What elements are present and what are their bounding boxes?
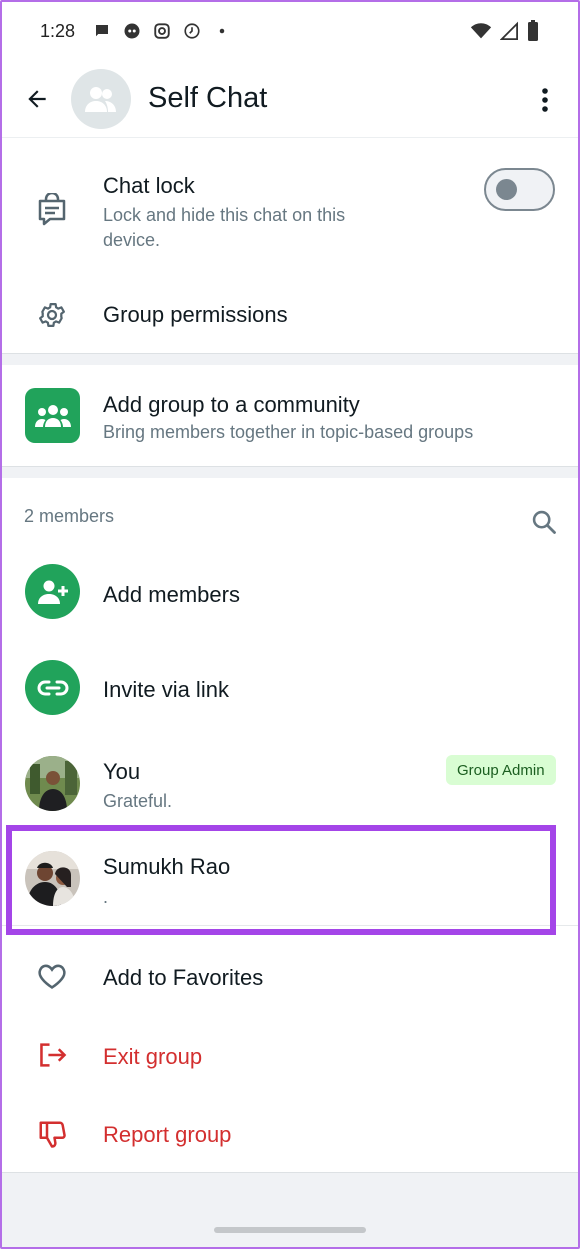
member-status: Grateful. [103, 791, 173, 811]
community-icon-tile [25, 388, 80, 443]
add-members-label: Add members [103, 582, 240, 607]
history-icon [184, 23, 200, 39]
app-header: Self Chat [0, 62, 580, 138]
signal-icon [500, 21, 518, 40]
members-header: 2 members [0, 478, 580, 554]
section-divider [0, 466, 580, 478]
community-subtitle: Bring members together in topic-based gr… [103, 422, 474, 442]
invite-via-link-row[interactable]: Invite via link [0, 643, 580, 733]
arrow-left-icon [28, 90, 46, 108]
chat-bubble-icon [96, 25, 109, 37]
exit-group-label: Exit group [103, 1044, 203, 1069]
report-group-label: Report group [103, 1122, 232, 1147]
add-members-row[interactable]: Add members [0, 548, 580, 638]
group-permissions-title: Group permissions [103, 302, 288, 327]
exit-group-row[interactable]: Exit group [0, 1017, 580, 1095]
members-count: 2 members [24, 506, 115, 526]
add-person-icon [37, 580, 68, 604]
link-icon [37, 680, 68, 695]
notification-icons [93, 22, 231, 40]
chat-lock-title: Chat lock [103, 173, 195, 198]
bottom-area [0, 1172, 580, 1249]
report-group-row[interactable]: Report group [0, 1095, 580, 1173]
dot-icon [219, 28, 225, 34]
wifi-icon [470, 23, 492, 39]
community-title: Add group to a community [103, 392, 360, 417]
chat-lock-icon [38, 193, 66, 226]
more-options-button[interactable] [530, 84, 560, 116]
instagram-icon [154, 23, 170, 39]
add-to-community-row[interactable]: Add group to a community Bring members t… [0, 365, 580, 466]
heart-icon [38, 964, 66, 989]
battery-icon [528, 20, 538, 41]
page-title: Self Chat [148, 82, 268, 114]
avatar [25, 756, 80, 811]
add-members-icon-circle [25, 564, 80, 619]
toggle-knob [496, 179, 517, 200]
group-avatar[interactable] [71, 69, 131, 129]
chat-lock-subtitle: Lock and hide this chat on this device. [103, 205, 346, 250]
chat-lock-toggle[interactable] [484, 168, 555, 211]
member-highlight-outline [6, 825, 556, 935]
group-admin-badge: Group Admin [446, 755, 556, 785]
community-icon [34, 404, 71, 427]
section-divider [0, 353, 580, 365]
status-bar: 1:28 [0, 0, 580, 62]
system-icons [470, 20, 540, 42]
search-icon[interactable] [530, 508, 558, 536]
group-permissions-row[interactable]: Group permissions [0, 275, 580, 353]
favorites-label: Add to Favorites [103, 965, 264, 990]
group-icon [85, 87, 116, 112]
gear-icon [39, 303, 65, 327]
status-time: 1:28 [40, 20, 76, 41]
back-button[interactable] [22, 84, 52, 114]
invite-icon-circle [25, 660, 80, 715]
member-name: You [103, 759, 141, 784]
thumbs-down-icon [39, 1121, 66, 1148]
invite-label: Invite via link [103, 677, 229, 702]
messenger-icon [124, 23, 140, 39]
exit-icon [40, 1043, 67, 1067]
add-to-favorites-row[interactable]: Add to Favorites [0, 938, 580, 1016]
more-vert-icon [542, 88, 548, 112]
gesture-nav-bar[interactable] [214, 1227, 366, 1233]
